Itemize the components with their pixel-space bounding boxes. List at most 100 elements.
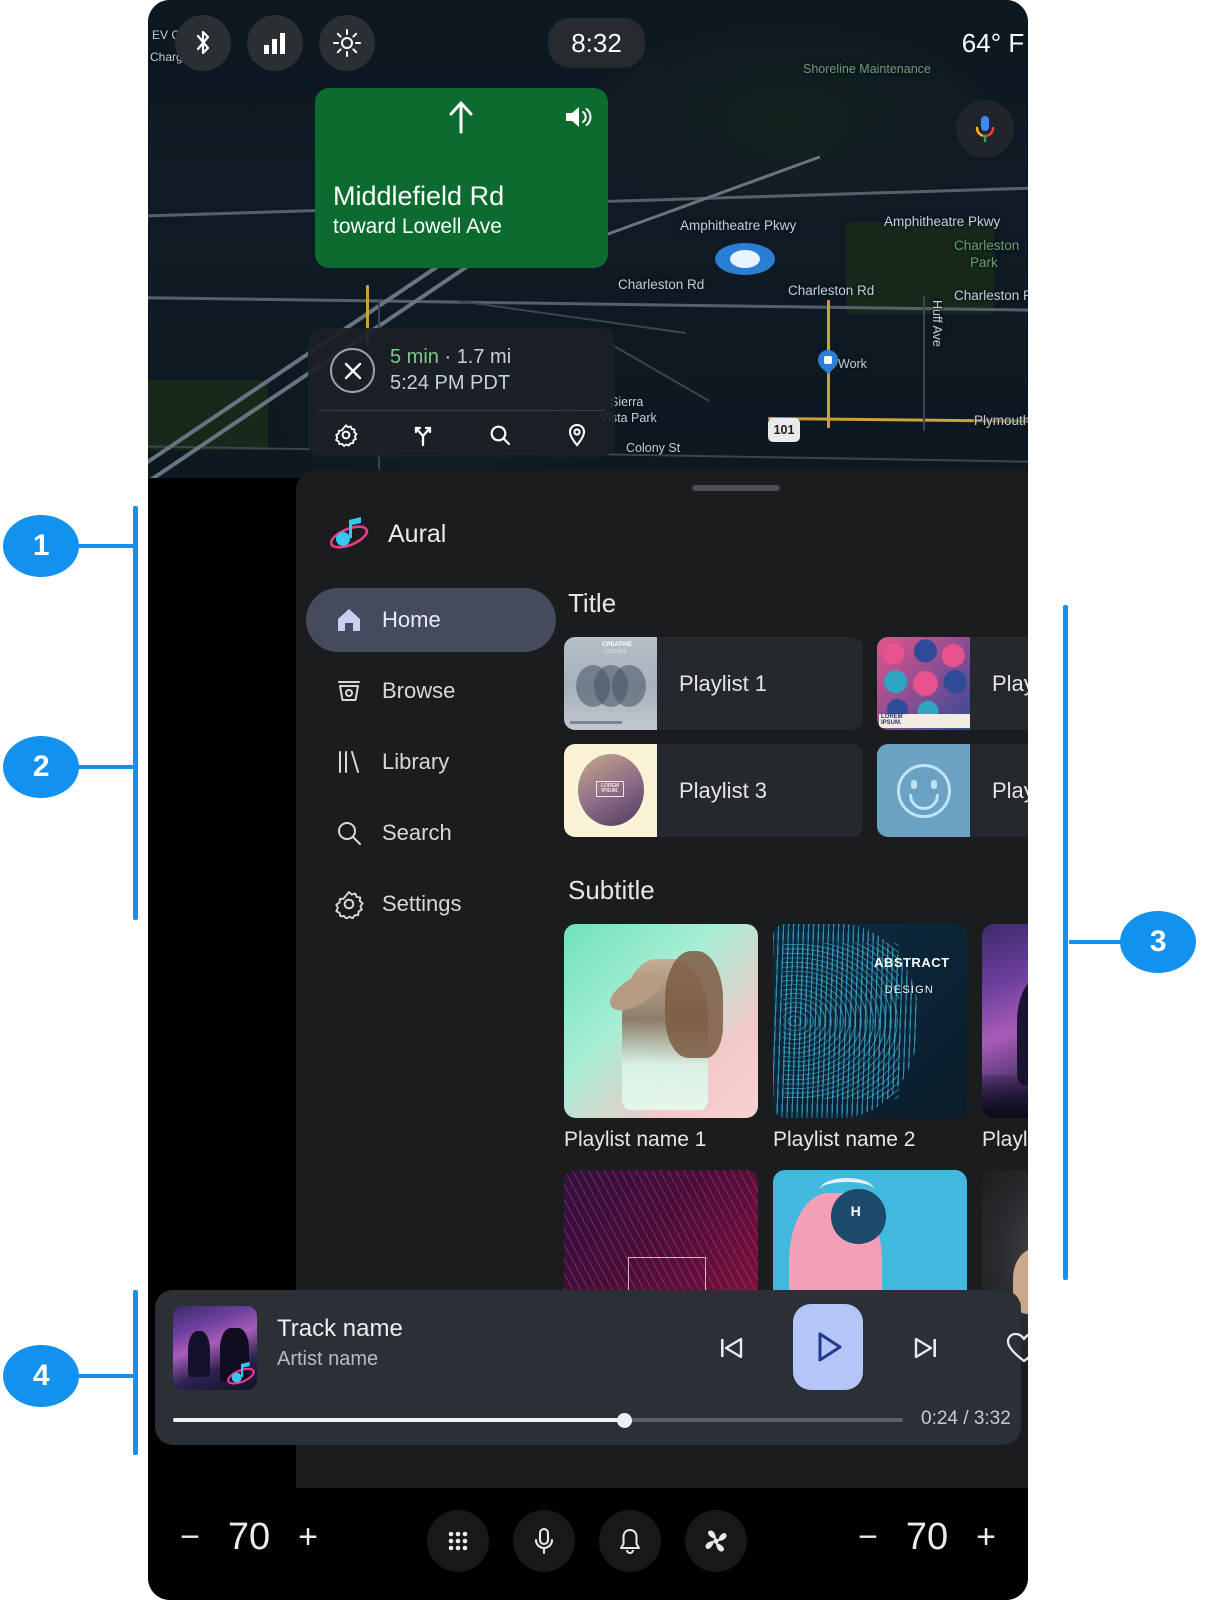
playlist-grid-item[interactable]: Playlist name 1 [564, 924, 758, 1152]
eta-duration-distance: 5 min · 1.7 mi [390, 346, 511, 369]
clock-pill: 8:32 [548, 18, 645, 68]
signal-bars-icon [264, 33, 285, 54]
album-art-woman-mint [564, 924, 758, 1118]
search-icon [334, 818, 364, 848]
section-heading-title: Title [568, 588, 617, 618]
callout-bracket-2 [133, 567, 138, 920]
callout-leader-1 [76, 544, 136, 548]
settings-icon [335, 423, 358, 447]
like-button[interactable] [1003, 1328, 1028, 1368]
playlist-card[interactable]: LOREMIPSUM. Playlist 2 [877, 637, 1028, 730]
art-text-line1: CREATIVE [602, 642, 632, 648]
app-header: Aural [296, 500, 1028, 568]
navigation-map[interactable]: EV C Charg. ion Shoreline Maintenance Am… [148, 0, 1028, 478]
navigation-instruction-card[interactable]: Middlefield Rd toward Lowell Ave [315, 88, 608, 268]
art-text-lorem: LOREM IPSUM. [881, 714, 903, 726]
volume-on-icon[interactable] [564, 104, 592, 130]
callout-bracket-4 [133, 1290, 138, 1455]
assistant-mic-button[interactable] [956, 100, 1014, 158]
left-volume-increase[interactable]: + [288, 1518, 328, 1557]
panel-drag-handle[interactable] [692, 485, 780, 491]
microphone-button[interactable] [513, 1510, 575, 1572]
art-text-lorem: LOREM IPSUM. [596, 781, 624, 797]
sidebar-item-home[interactable]: Home [306, 588, 556, 652]
temperature-pill: 64° F [934, 18, 1028, 68]
vehicle-position-dot [730, 250, 760, 268]
apps-grid-button[interactable] [427, 1510, 489, 1572]
notification-bell-button[interactable] [599, 1510, 661, 1572]
google-assistant-mic-icon [975, 116, 995, 143]
playlist-label: Playlist 3 [679, 777, 768, 803]
map-label: Charleston [954, 238, 1020, 253]
play-icon [818, 1332, 842, 1362]
map-label: Huff Ave [930, 300, 944, 347]
album-art-lorem-sphere: LOREM IPSUM. [564, 744, 657, 837]
playlist-grid-item[interactable]: Playlist name 3 [982, 924, 1028, 1152]
play-button[interactable] [793, 1304, 863, 1390]
brightness-status-button[interactable] [319, 15, 375, 71]
library-icon [334, 747, 364, 777]
progress-knob[interactable] [617, 1413, 632, 1428]
eta-arrival-time: 5:24 PM PDT [390, 372, 511, 394]
right-volume-value: 70 [905, 1516, 949, 1558]
playlist-grid: Playlist name 1 ABSTRACT DESIGN Playlist… [564, 924, 1028, 1152]
player-artist-name: Artist name [277, 1348, 379, 1370]
map-label: Park [970, 255, 998, 270]
art-text-design: DESIGN [884, 984, 935, 997]
nav-settings-button[interactable] [308, 412, 385, 457]
work-pin-center [824, 356, 832, 364]
playlist-card[interactable]: Playlist 4 [877, 744, 1028, 837]
bluetooth-icon [196, 30, 210, 55]
map-label: Shoreline Maintenance [803, 62, 931, 76]
skip-next-button[interactable] [906, 1330, 946, 1366]
screenshot-root: 1 2 3 4 EV C Charg. Shoreline Maintenanc… [0, 0, 1217, 1600]
map-label: Charleston Rd [788, 283, 875, 298]
left-volume-decrease[interactable]: − [170, 1518, 210, 1557]
callout-bubble-4: 4 [3, 1345, 79, 1407]
end-navigation-button[interactable] [330, 348, 375, 393]
player-track-name: Track name [277, 1315, 403, 1342]
signal-status-button[interactable] [247, 15, 303, 71]
callout-bracket-3 [1063, 605, 1068, 1280]
nav-search-button[interactable] [462, 412, 539, 457]
eta-card: 5 min · 1.7 mi 5:24 PM PDT [308, 328, 615, 457]
album-art-concert[interactable] [173, 1306, 257, 1390]
sidebar-item-browse[interactable]: Browse [306, 659, 556, 723]
callout-leader-4 [76, 1374, 136, 1378]
eta-divider [318, 410, 605, 411]
aural-music-note-logo [227, 1361, 255, 1385]
map-label: Charleston Rd [954, 288, 1028, 303]
right-volume-decrease[interactable]: − [848, 1518, 888, 1557]
right-volume-increase[interactable]: + [966, 1518, 1006, 1557]
home-icon [334, 605, 364, 635]
climate-fan-button[interactable] [685, 1510, 747, 1572]
playlist-card[interactable]: CREATIVE CULTURE Playlist 1 [564, 637, 863, 730]
app-name: Aural [388, 519, 447, 548]
album-art-creative-culture: CREATIVE CULTURE [564, 637, 657, 730]
apps-grid-icon [448, 1531, 468, 1551]
nav-route-alternatives-button[interactable] [385, 412, 462, 457]
sidebar-item-search[interactable]: Search [306, 801, 556, 865]
nav-location-button[interactable] [538, 412, 615, 457]
eta-tools-row [308, 412, 615, 457]
left-volume-control: − 70 + [170, 1516, 328, 1559]
climate-fan-icon [705, 1530, 727, 1552]
playlist-grid-item[interactable]: ABSTRACT DESIGN Playlist name 2 [773, 924, 967, 1152]
browse-icon [334, 676, 364, 706]
album-art-abstract-design: ABSTRACT DESIGN [773, 924, 967, 1118]
app-content: Title CREATIVE CULTURE Playlist 1 LOREM … [564, 588, 1028, 1374]
sidebar-item-library[interactable]: Library [306, 730, 556, 794]
sidebar-item-label: Library [382, 749, 450, 774]
nav-toward-text: toward Lowell Ave [333, 215, 502, 239]
skip-previous-button[interactable] [711, 1330, 751, 1366]
playlist-label: Playlist 1 [679, 670, 768, 696]
map-label: Charleston Rd [618, 277, 705, 292]
search-icon [490, 425, 510, 445]
brightness-icon [333, 29, 361, 57]
callout-leader-2 [76, 765, 136, 769]
progress-slider[interactable] [173, 1413, 903, 1428]
sidebar-item-settings[interactable]: Settings [306, 872, 556, 936]
playlist-card[interactable]: LOREM IPSUM. Playlist 3 [564, 744, 863, 837]
bluetooth-status-button[interactable] [175, 15, 231, 71]
eta-duration: 5 min [390, 346, 439, 368]
